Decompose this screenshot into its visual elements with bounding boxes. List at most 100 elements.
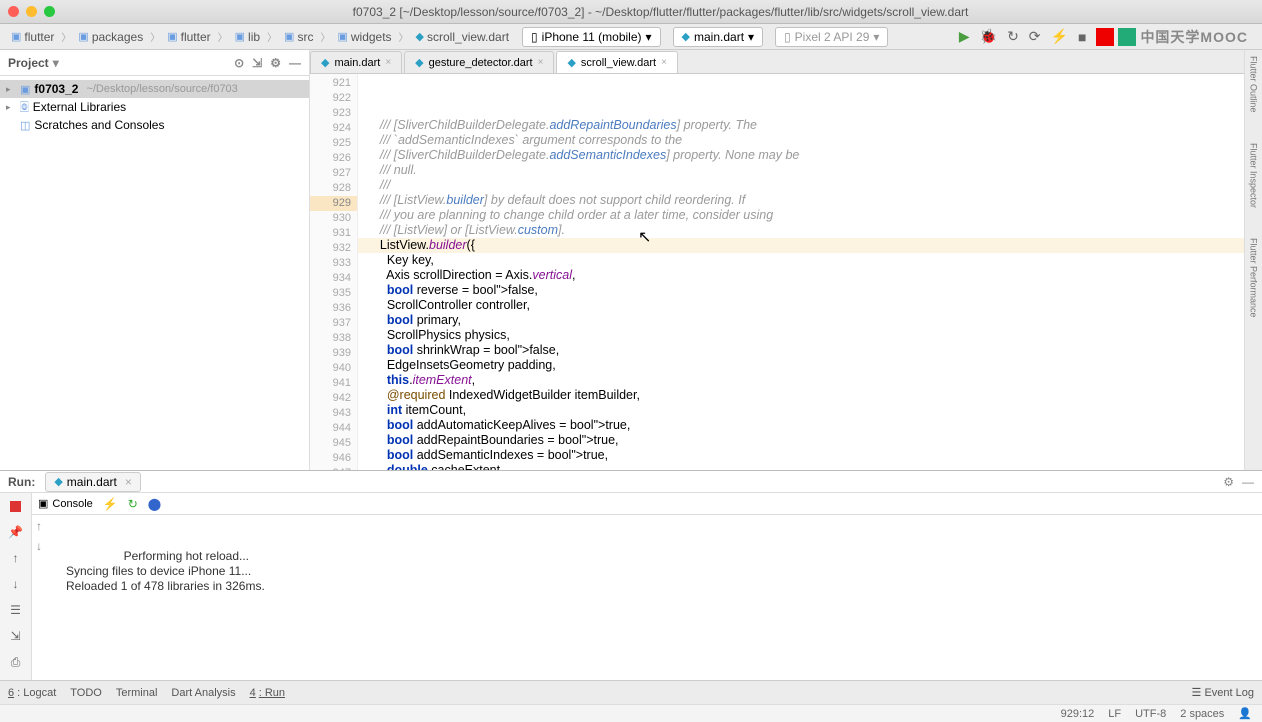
run-panel-label: Run: xyxy=(8,475,35,489)
down-button[interactable]: ↓ xyxy=(7,575,25,593)
chevron-right-icon: 〉 xyxy=(320,29,330,44)
close-icon[interactable]: × xyxy=(538,57,544,68)
project-sidebar: Project ▾ ⊙ ⇲ ⚙ — ▸ ▣ f0703_2 ~/Desktop/… xyxy=(0,50,310,470)
code-content[interactable]: ↖ /// [SliverChildBuilderDelegate.addRep… xyxy=(358,74,1262,470)
close-icon[interactable]: × xyxy=(125,475,132,489)
right-tool-tab[interactable]: Flutter Inspector xyxy=(1249,143,1259,208)
project-name: f0703_2 xyxy=(34,82,78,96)
console-tab[interactable]: ▣ Console xyxy=(38,497,93,510)
chevron-down-icon: ▾ xyxy=(873,30,879,44)
device-label: iPhone 11 (mobile) xyxy=(542,30,642,44)
breadcrumb-item[interactable]: ▣flutter xyxy=(162,28,215,46)
tree-project-root[interactable]: ▸ ▣ f0703_2 ~/Desktop/lesson/source/f070… xyxy=(0,80,309,98)
print-button[interactable]: ⎙ xyxy=(7,653,25,671)
phone-icon: ▯ xyxy=(784,30,791,44)
debug-button[interactable]: 🐞 xyxy=(980,28,997,45)
scroll-up-icon[interactable]: ↑ xyxy=(36,519,42,533)
open-devtools-icon[interactable]: ⬤ xyxy=(148,497,161,511)
dart-icon: ◆ xyxy=(682,30,690,43)
console-output[interactable]: ↑ ↓ Performing hot reload... Syncing fil… xyxy=(32,515,1262,680)
close-icon[interactable]: × xyxy=(385,57,391,68)
stop-button[interactable] xyxy=(7,497,25,515)
editor-tab[interactable]: ◆scroll_view.dart× xyxy=(556,51,678,73)
tool-window-tab[interactable]: Terminal xyxy=(116,687,158,699)
inspection-icon[interactable]: 👤 xyxy=(1238,707,1252,720)
window-titlebar: f0703_2 [~/Desktop/lesson/source/f0703_2… xyxy=(0,0,1262,24)
folder-icon: ▣ xyxy=(11,30,21,43)
status-bar: 929:12 LF UTF-8 2 spaces 👤 xyxy=(0,704,1262,722)
editor-tab[interactable]: ◆main.dart× xyxy=(310,51,402,73)
breadcrumb[interactable]: ▣flutter〉▣packages〉▣flutter〉▣lib〉▣src〉▣w… xyxy=(6,28,514,46)
run-button[interactable]: ▶ xyxy=(959,28,970,45)
profile-button[interactable]: ↻ xyxy=(1007,28,1019,45)
scroll-down-icon[interactable]: ↓ xyxy=(36,539,42,553)
run-session-tab[interactable]: ◆ main.dart × xyxy=(45,472,141,492)
chevron-down-icon[interactable]: ▾ xyxy=(53,56,59,70)
device-selector[interactable]: ▯ iPhone 11 (mobile) ▾ xyxy=(522,27,660,47)
stop-button[interactable]: ■ xyxy=(1078,29,1086,45)
tool-window-tab[interactable]: TODO xyxy=(70,687,102,699)
event-log-icon: ☰ xyxy=(1192,687,1202,699)
hot-restart-icon[interactable]: ↻ xyxy=(128,497,138,511)
editor-tab[interactable]: ◆gesture_detector.dart× xyxy=(404,51,554,73)
pin-button[interactable]: 📌 xyxy=(7,523,25,541)
scratches-icon: ◫ xyxy=(20,119,30,132)
caret-right-icon: ▸ xyxy=(6,84,16,95)
breadcrumb-item[interactable]: ◆scroll_view.dart xyxy=(411,28,515,46)
tree-external-libraries[interactable]: ▸ 🀙 External Libraries xyxy=(0,98,309,116)
folder-icon: ▣ xyxy=(337,30,347,43)
run-config-label: main.dart xyxy=(694,30,744,44)
right-tool-tab[interactable]: Flutter Outline xyxy=(1249,56,1259,113)
tree-scratches[interactable]: ▸ ◫ Scratches and Consoles xyxy=(0,116,309,134)
breadcrumb-item[interactable]: ▣src xyxy=(279,28,318,46)
hide-icon[interactable]: — xyxy=(289,56,301,70)
chevron-right-icon: 〉 xyxy=(218,29,228,44)
tool-window-tab[interactable]: 6: Logcat xyxy=(8,687,56,699)
gear-icon[interactable]: ⚙ xyxy=(270,56,281,70)
folder-icon: ▣ xyxy=(235,30,245,43)
folder-icon: ▣ xyxy=(284,30,294,43)
close-window-icon[interactable] xyxy=(8,6,19,17)
dart-icon: ◆ xyxy=(567,56,575,69)
attach-button[interactable]: ⟳ xyxy=(1029,28,1041,45)
zoom-window-icon[interactable] xyxy=(44,6,55,17)
indent-settings[interactable]: 2 spaces xyxy=(1180,708,1224,720)
layout-button[interactable]: ☰ xyxy=(7,601,25,619)
dart-icon: ◆ xyxy=(321,56,329,69)
breadcrumb-item[interactable]: ▣flutter xyxy=(6,28,59,46)
editor-tabs: ◆main.dart×◆gesture_detector.dart×◆scrol… xyxy=(310,50,1262,74)
locate-icon[interactable]: ⊙ xyxy=(234,56,244,70)
breadcrumb-item[interactable]: ▣lib xyxy=(230,28,265,46)
hot-reload-icon[interactable]: ⚡ xyxy=(103,497,118,511)
run-config-selector[interactable]: ◆ main.dart ▾ xyxy=(673,27,764,47)
hot-reload-button[interactable]: ⚡ xyxy=(1051,28,1068,45)
event-log-button[interactable]: ☰ Event Log xyxy=(1192,686,1254,699)
window-title: f0703_2 [~/Desktop/lesson/source/f0703_2… xyxy=(67,5,1254,19)
chevron-right-icon: 〉 xyxy=(61,29,71,44)
breadcrumb-item[interactable]: ▣widgets xyxy=(332,28,396,46)
dart-icon: ◆ xyxy=(416,30,424,43)
up-button[interactable]: ↑ xyxy=(7,549,25,567)
line-gutter[interactable]: 9219229239249259269279289299309319329339… xyxy=(310,74,358,470)
extra-device[interactable]: ▯ Pixel 2 API 29 ▾ xyxy=(775,27,888,47)
bottom-tool-tabs: 6: Logcat TODO Terminal Dart Analysis 4: Run… xyxy=(0,680,1262,704)
close-icon[interactable]: × xyxy=(661,57,667,68)
tool-window-tab[interactable]: Dart Analysis xyxy=(171,687,235,699)
breadcrumb-item[interactable]: ▣packages xyxy=(73,28,148,46)
folder-icon: ▣ xyxy=(167,30,177,43)
right-tool-tab[interactable]: Flutter Performance xyxy=(1249,238,1259,318)
file-encoding[interactable]: UTF-8 xyxy=(1135,708,1166,720)
project-view-label[interactable]: Project xyxy=(8,56,49,70)
minimize-window-icon[interactable] xyxy=(26,6,37,17)
hide-icon[interactable]: — xyxy=(1242,475,1254,489)
chevron-right-icon: 〉 xyxy=(150,29,160,44)
gear-icon[interactable]: ⚙ xyxy=(1223,475,1234,489)
phone-icon: ▯ xyxy=(531,30,538,44)
extra-device-label: Pixel 2 API 29 xyxy=(795,30,870,44)
export-button[interactable]: ⇲ xyxy=(7,627,25,645)
project-path: ~/Desktop/lesson/source/f0703 xyxy=(86,83,237,95)
tool-window-tab[interactable]: 4: Run xyxy=(250,687,285,699)
line-ending[interactable]: LF xyxy=(1108,708,1121,720)
caret-position[interactable]: 929:12 xyxy=(1061,708,1095,720)
expand-icon[interactable]: ⇲ xyxy=(252,56,262,70)
